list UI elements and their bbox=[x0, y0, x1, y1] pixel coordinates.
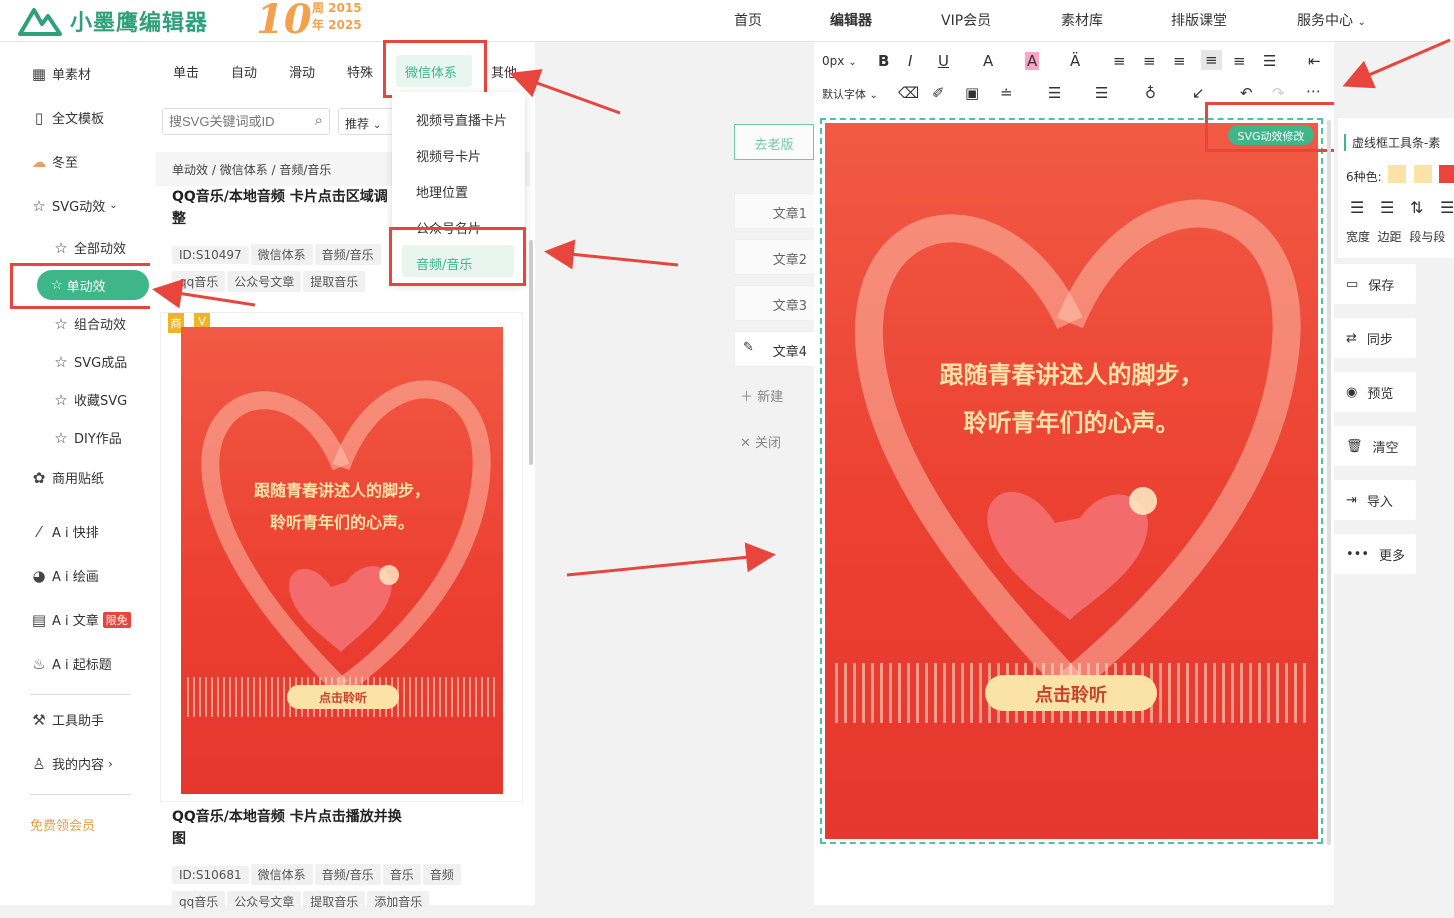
arrow-annotation bbox=[509, 69, 621, 115]
arrow-annotation bbox=[152, 278, 256, 309]
arrow-annotation bbox=[1342, 38, 1451, 89]
arrow-annotation bbox=[566, 542, 776, 577]
arrow-annotation bbox=[544, 239, 679, 270]
annotation-arrows bbox=[152, 38, 1451, 577]
